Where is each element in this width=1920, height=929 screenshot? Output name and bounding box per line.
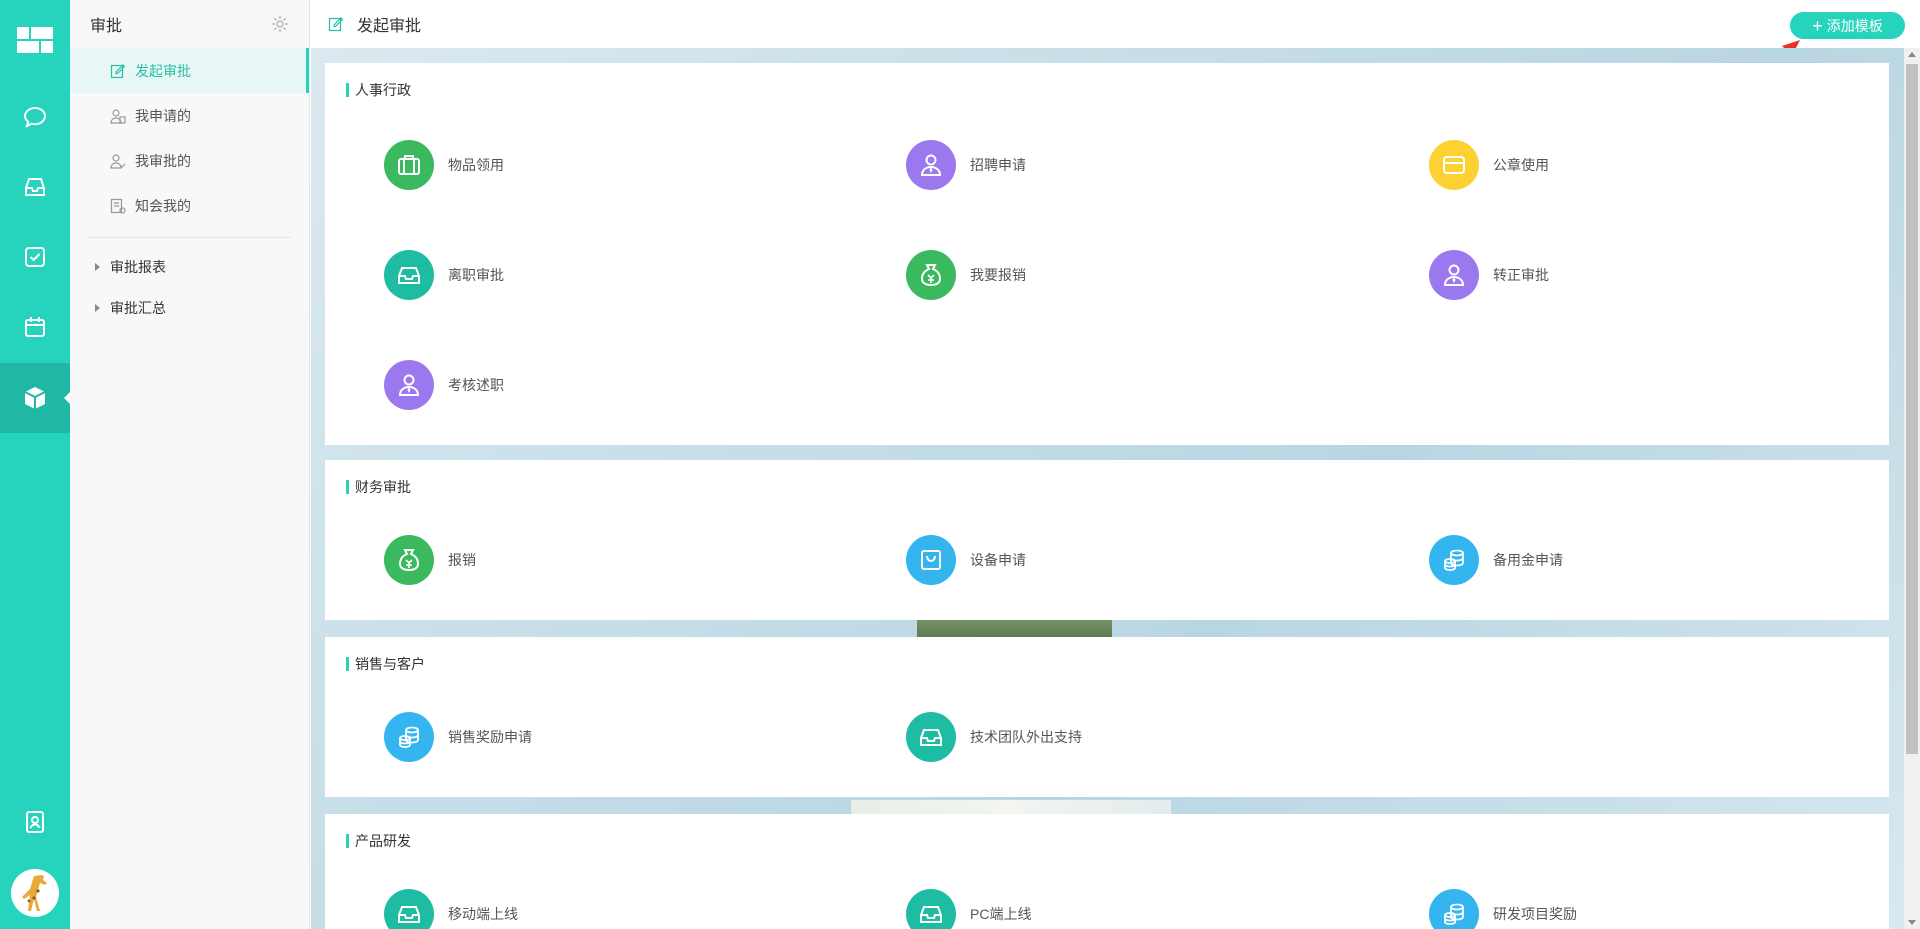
page-header: 发起审批 + 添加模板 [311, 0, 1920, 48]
user-check-icon [110, 153, 126, 169]
template-item[interactable]: 设备申请 [906, 535, 1026, 585]
sidebar-item-my-applications[interactable]: 我申请的 [70, 93, 309, 138]
calendar-icon[interactable] [0, 292, 70, 362]
inbox-tray-icon [384, 889, 434, 929]
tree-item-label: 审批汇总 [110, 299, 166, 316]
template-item[interactable]: 考核述职 [384, 360, 504, 410]
section-card-rnd: 产品研发 移动端上线 PC端上线 研发项目奖励 [325, 814, 1889, 929]
template-label: 物品领用 [448, 157, 504, 173]
sidebar-title: 审批 [90, 18, 123, 35]
template-label: 我要报销 [970, 267, 1026, 283]
task-check-icon[interactable] [0, 222, 70, 292]
section-card-sales: 销售与客户 销售奖励申请 技术团队外出支持 [325, 637, 1889, 797]
doc-share-icon [110, 198, 126, 214]
approval-sidebar: 审批 发起审批 我申请的 我审批的 知会我的 审批报表 审批汇总 [70, 0, 310, 929]
template-label: 转正审批 [1493, 267, 1549, 283]
sidebar-item-label: 知会我的 [135, 197, 191, 214]
sidebar-divider [88, 237, 291, 238]
tree-item-approval-summary[interactable]: 审批汇总 [70, 287, 309, 328]
sidebar-header: 审批 [70, 0, 309, 48]
content-area: 人事行政 物品领用 招聘申请 公章使用 离职审批 我要报销 转正审批 考核述职 … [311, 48, 1904, 929]
template-label: 报销 [448, 552, 476, 568]
inbox-tray-icon [906, 712, 956, 762]
template-item[interactable]: 转正审批 [1429, 250, 1549, 300]
money-bag-icon [384, 535, 434, 585]
coins-icon [1429, 889, 1479, 929]
sidebar-item-notify-me[interactable]: 知会我的 [70, 183, 309, 228]
sidebar-item-start-approval[interactable]: 发起审批 [70, 48, 309, 93]
giraffe-avatar-icon [22, 875, 47, 911]
inbox-tray-icon [384, 250, 434, 300]
template-item[interactable]: 备用金申请 [1429, 535, 1563, 585]
sidebar-item-label: 我审批的 [135, 152, 191, 169]
wallet-icon [1429, 140, 1479, 190]
template-label: 招聘申请 [970, 157, 1026, 173]
gear-icon[interactable] [271, 15, 289, 33]
template-item[interactable]: 离职审批 [384, 250, 504, 300]
vertical-scrollbar[interactable] [1904, 48, 1920, 929]
caret-right-icon [95, 262, 100, 271]
inbox-icon[interactable] [0, 152, 70, 222]
logo-grid-icon[interactable] [0, 5, 70, 75]
scroll-down-arrow-icon[interactable] [1908, 920, 1916, 925]
section-title: 销售与客户 [346, 656, 425, 672]
person-tie-icon [384, 360, 434, 410]
scroll-up-arrow-icon[interactable] [1908, 52, 1916, 57]
section-card-hr: 人事行政 物品领用 招聘申请 公章使用 离职审批 我要报销 转正审批 考核述职 [325, 63, 1889, 445]
template-item[interactable]: 公章使用 [1429, 140, 1549, 190]
section-title: 产品研发 [346, 833, 411, 849]
plus-icon: + [1812, 15, 1823, 36]
section-title: 财务审批 [346, 479, 411, 495]
tree-item-label: 审批报表 [110, 258, 166, 275]
template-item[interactable]: 技术团队外出支持 [906, 712, 1082, 762]
add-template-label: 添加模板 [1826, 17, 1883, 34]
template-item[interactable]: 报销 [384, 535, 476, 585]
edit-icon [110, 63, 126, 79]
template-label: 销售奖励申请 [448, 729, 532, 745]
sidebar-item-label: 发起审批 [135, 62, 191, 79]
scrollbar-thumb[interactable] [1906, 64, 1918, 754]
contacts-icon[interactable] [0, 787, 70, 857]
sidebar-item-label: 我申请的 [135, 107, 191, 124]
section-card-finance: 财务审批 报销 设备申请 备用金申请 [325, 460, 1889, 620]
template-label: 考核述职 [448, 377, 504, 393]
person-tie-icon [906, 140, 956, 190]
template-label: 技术团队外出支持 [970, 729, 1082, 745]
user-file-icon [110, 108, 126, 124]
avatar[interactable] [11, 869, 59, 917]
template-label: 离职审批 [448, 267, 504, 283]
inbox-tray-icon [906, 889, 956, 929]
caret-right-icon [95, 303, 100, 312]
template-item[interactable]: 招聘申请 [906, 140, 1026, 190]
app-rail [0, 0, 70, 929]
edit-icon [328, 16, 344, 32]
template-item[interactable]: 我要报销 [906, 250, 1026, 300]
tree-item-approval-report[interactable]: 审批报表 [70, 246, 309, 287]
template-label: 移动端上线 [448, 906, 518, 922]
section-title: 人事行政 [346, 82, 411, 98]
coins-icon [384, 712, 434, 762]
template-label: 备用金申请 [1493, 552, 1563, 568]
template-item[interactable]: 销售奖励申请 [384, 712, 532, 762]
briefcase-icon [384, 140, 434, 190]
shopping-bag-icon [906, 535, 956, 585]
coins-icon [1429, 535, 1479, 585]
template-item[interactable]: 移动端上线 [384, 889, 518, 929]
template-item[interactable]: 研发项目奖励 [1429, 889, 1577, 929]
template-label: PC端上线 [970, 906, 1032, 922]
template-label: 研发项目奖励 [1493, 906, 1577, 922]
sidebar-item-my-approvals[interactable]: 我审批的 [70, 138, 309, 183]
page-title: 发起审批 [357, 18, 422, 35]
template-label: 公章使用 [1493, 157, 1549, 173]
template-item[interactable]: PC端上线 [906, 889, 1031, 929]
template-label: 设备申请 [970, 552, 1026, 568]
chat-icon[interactable] [0, 82, 70, 152]
person-tie-icon [1429, 250, 1479, 300]
money-bag-icon [906, 250, 956, 300]
cube-icon[interactable] [0, 363, 70, 433]
add-template-button[interactable]: + 添加模板 [1790, 12, 1905, 39]
template-item[interactable]: 物品领用 [384, 140, 504, 190]
